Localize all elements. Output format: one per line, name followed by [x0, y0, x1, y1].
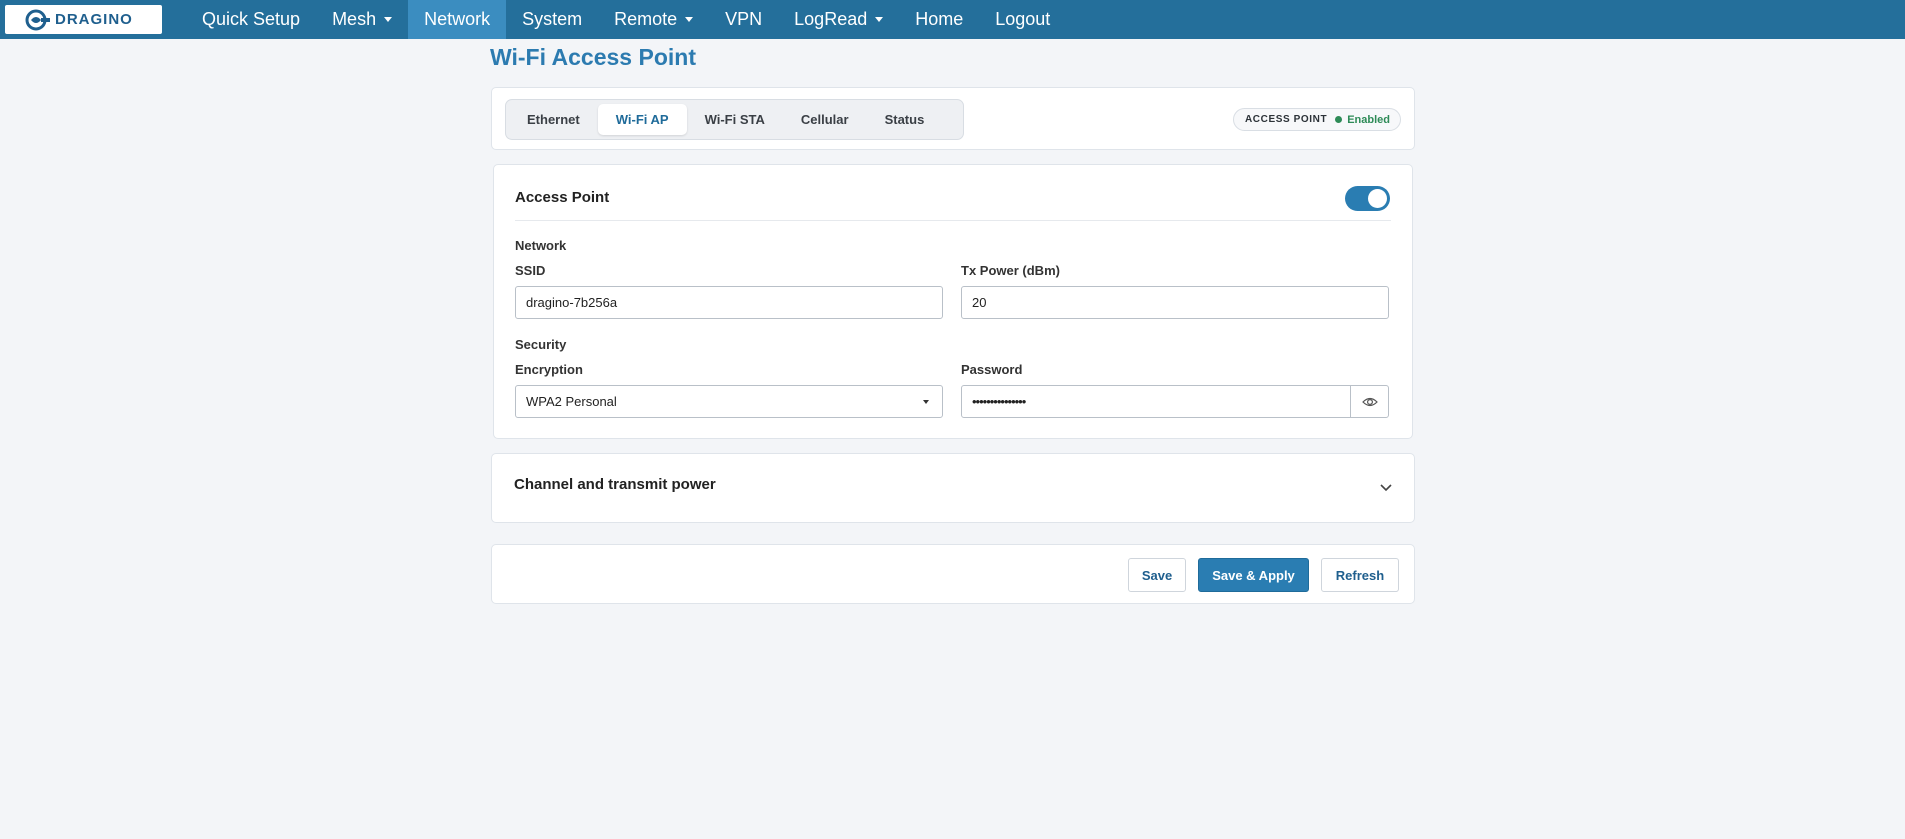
nav-mesh[interactable]: Mesh — [316, 0, 408, 39]
tab-cellular[interactable]: Cellular — [783, 104, 867, 135]
actions-card: Save Save & Apply Refresh — [491, 544, 1415, 604]
tab-bar: Ethernet Wi-Fi AP Wi-Fi STA Cellular Sta… — [505, 99, 964, 140]
status-badge-label: ACCESS POINT — [1244, 114, 1328, 125]
save-button[interactable]: Save — [1128, 558, 1186, 592]
network-section-label: Network — [515, 238, 567, 253]
tab-status[interactable]: Status — [867, 104, 943, 135]
caret-down-icon — [875, 17, 884, 22]
chevron-down-icon[interactable] — [1380, 484, 1392, 492]
caret-down-icon — [685, 17, 694, 22]
encryption-label: Encryption — [515, 362, 583, 377]
tab-ethernet[interactable]: Ethernet — [509, 104, 598, 135]
page-title: Wi-Fi Access Point — [490, 44, 696, 70]
nav-label: Home — [915, 9, 964, 29]
nav-label: Quick Setup — [202, 9, 301, 29]
logo-text: DRAGINO — [55, 11, 133, 28]
nav-label: Network — [424, 9, 491, 29]
nav-vpn[interactable]: VPN — [709, 0, 778, 39]
nav-logread[interactable]: LogRead — [778, 0, 899, 39]
encryption-select[interactable]: WPA2 Personal — [515, 385, 943, 418]
dragino-logo[interactable]: DRAGINO — [5, 5, 162, 34]
dragino-logo-icon — [25, 9, 50, 30]
show-password-button[interactable] — [1350, 386, 1388, 417]
ssid-label: SSID — [515, 263, 546, 278]
caret-down-icon — [384, 17, 393, 22]
password-label: Password — [961, 362, 1023, 377]
top-navbar: DRAGINO Quick Setup Mesh Network System … — [0, 0, 1905, 39]
tab-wifi-sta[interactable]: Wi-Fi STA — [687, 104, 783, 135]
encryption-value: WPA2 Personal — [526, 394, 617, 409]
nav-system[interactable]: System — [506, 0, 598, 39]
password-field[interactable]: ••••••••••••••• — [961, 385, 1389, 418]
tabs-card: Ethernet Wi-Fi AP Wi-Fi STA Cellular Sta… — [491, 87, 1415, 150]
ssid-field[interactable] — [515, 286, 943, 319]
nav-label: Mesh — [332, 9, 377, 29]
access-point-card: Access Point Network SSID Tx Power (dBm)… — [493, 164, 1413, 439]
channel-transmit-heading: Channel and transmit power — [514, 476, 716, 493]
txpower-field[interactable] — [961, 286, 1389, 319]
access-point-heading: Access Point — [515, 189, 610, 206]
nav-network[interactable]: Network — [408, 0, 507, 39]
status-dot-icon — [1335, 116, 1343, 123]
toggle-knob — [1368, 189, 1387, 208]
password-input[interactable]: ••••••••••••••• — [972, 394, 1350, 409]
nav-label: Logout — [995, 9, 1051, 29]
txpower-label: Tx Power (dBm) — [961, 263, 1060, 278]
nav-remote[interactable]: Remote — [598, 0, 709, 39]
nav-logout[interactable]: Logout — [979, 0, 1066, 39]
nav-quick-setup[interactable]: Quick Setup — [186, 0, 316, 39]
refresh-button[interactable]: Refresh — [1321, 558, 1399, 592]
channel-transmit-card[interactable]: Channel and transmit power — [491, 453, 1415, 523]
nav-label: Remote — [614, 9, 678, 29]
eye-icon — [1361, 397, 1378, 406]
save-apply-button[interactable]: Save & Apply — [1198, 558, 1309, 592]
divider — [515, 220, 1391, 221]
select-arrow-icon — [923, 400, 929, 404]
security-section-label: Security — [515, 337, 567, 352]
status-badge-state: Enabled — [1347, 113, 1390, 126]
nav-label: System — [522, 9, 583, 29]
status-badge: ACCESS POINT Enabled — [1232, 108, 1401, 131]
nav-home[interactable]: Home — [899, 0, 979, 39]
access-point-toggle[interactable] — [1345, 186, 1390, 211]
nav-label: LogRead — [794, 9, 868, 29]
ssid-input[interactable] — [526, 295, 942, 310]
nav-label: VPN — [725, 9, 763, 29]
txpower-input[interactable] — [972, 295, 1388, 310]
tab-wifi-ap[interactable]: Wi-Fi AP — [597, 104, 687, 135]
